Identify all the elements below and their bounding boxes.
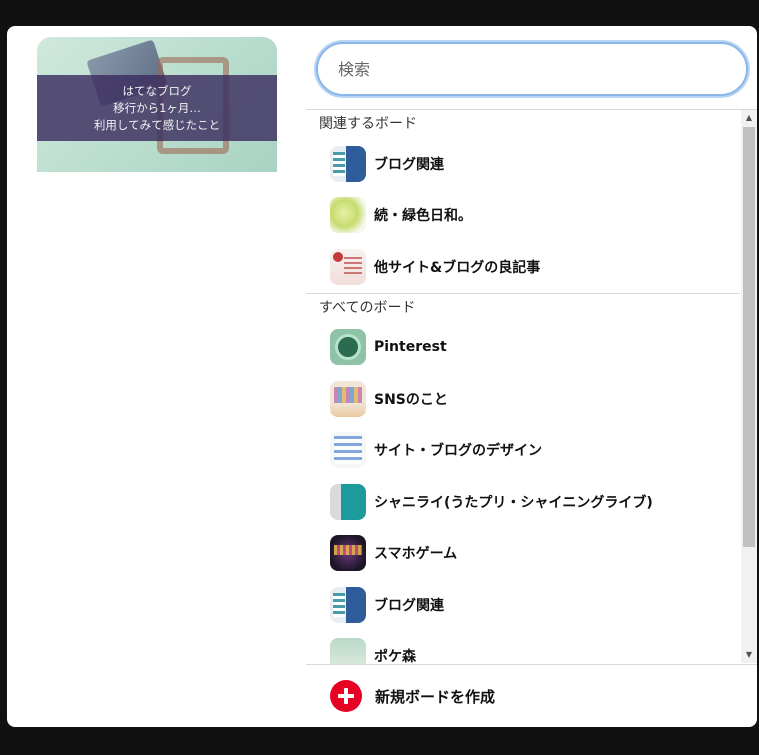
sns-thumbnail-icon [330,380,366,417]
board-list: 関連するボード ブログ関連 続・緑色日和。 他サイト&ブログの良記事 すべてのボ… [306,109,757,665]
board-item-design[interactable]: サイト・ブログのデザイン [306,425,740,477]
pin-title-line-2: 移行から1ヶ月… [113,100,201,115]
board-name: Pinterest [374,339,447,356]
pin-title-banner: はてなブログ 移行から1ヶ月… 利用してみて感じたこと [37,75,277,141]
pin-title-line-3: 利用してみて感じたこと [93,117,221,132]
search-input[interactable] [316,42,748,96]
board-item-blog[interactable]: ブログ関連 [306,138,740,190]
board-name: サイト・ブログのデザイン [374,443,542,460]
board-item-green[interactable]: 続・緑色日和。 [306,190,740,242]
scroll-up-arrow-icon[interactable]: ▲ [741,110,757,126]
board-list-scrollbar[interactable]: ▲ ▼ [741,110,757,663]
board-name: ブログ関連 [374,597,444,614]
articles-thumbnail-icon [330,248,366,285]
scroll-down-arrow-icon[interactable]: ▼ [741,647,757,663]
all-boards-heading: すべてのボード [319,299,416,316]
pin-title-line-1: はてなブログ [122,83,192,98]
design-thumbnail-icon [330,432,366,469]
board-name: SNSのこと [374,391,448,408]
board-item-poke[interactable]: ポケ森 [306,631,740,665]
pinterest-thumbnail-icon [330,329,366,366]
board-name: 他サイト&ブログの良記事 [374,259,541,276]
green-thumbnail-icon [330,197,366,234]
save-pin-dialog: はてなブログ 移行から1ヶ月… 利用してみて感じたこと 関連するボード ブログ関… [7,26,757,727]
board-item-shiny[interactable]: シャニライ(うたプリ・シャイニングライブ) [306,476,740,528]
blog-thumbnail-icon [330,145,366,182]
board-item-game[interactable]: スマホゲーム [306,528,740,580]
board-name: 続・緑色日和。 [374,208,472,225]
scrollbar-thumb[interactable] [743,127,755,547]
plus-icon [330,680,362,712]
board-name: ブログ関連 [374,156,444,173]
board-name: ポケ森 [374,649,416,665]
related-boards-heading: 関連するボード [319,116,417,132]
blog-thumbnail-icon [330,586,366,623]
board-item-pinterest[interactable]: Pinterest [306,322,740,374]
board-item-sns[interactable]: SNSのこと [306,373,740,425]
board-item-blog-2[interactable]: ブログ関連 [306,579,740,631]
board-item-articles[interactable]: 他サイト&ブログの良記事 [306,241,740,293]
search-wrapper [316,42,748,96]
game-thumbnail-icon [330,535,366,572]
board-name: シャニライ(うたプリ・シャイニングライブ) [374,494,653,511]
board-list-content: 関連するボード ブログ関連 続・緑色日和。 他サイト&ブログの良記事 すべてのボ… [306,110,740,665]
pin-preview-image: はてなブログ 移行から1ヶ月… 利用してみて感じたこと [37,37,277,172]
shiny-thumbnail-icon [330,483,366,520]
poke-thumbnail-icon [330,638,366,665]
board-name: スマホゲーム [374,546,458,563]
create-board-button[interactable]: 新規ボードを作成 [306,664,757,727]
create-board-label: 新規ボードを作成 [375,687,496,706]
